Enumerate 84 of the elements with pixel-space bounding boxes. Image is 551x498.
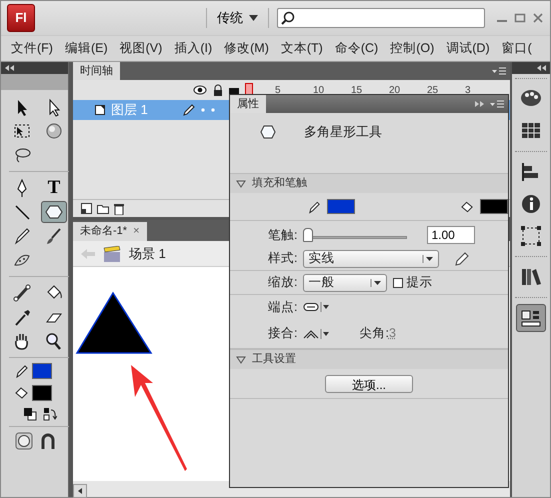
stroke-width-field[interactable]: 1.00 — [427, 226, 476, 244]
caret-icon — [370, 278, 382, 286]
timeline-tab[interactable]: 时间轴 — [73, 62, 120, 80]
collapse-icon[interactable] — [5, 65, 14, 71]
panel-menu-icon[interactable] — [492, 67, 506, 75]
section-header[interactable]: 工具设置 — [230, 349, 508, 369]
field-label: 样式: — [268, 250, 298, 268]
menu-item[interactable]: 调试(D) — [440, 39, 496, 58]
menu-item[interactable]: 控制(O) — [384, 39, 440, 58]
menu-item[interactable]: 插入(I) — [168, 39, 218, 58]
field-label: 接合: — [268, 325, 298, 342]
folder-icon[interactable] — [97, 204, 109, 214]
workspace-dropdown[interactable]: 传统 — [206, 8, 269, 28]
slider-thumb[interactable] — [303, 228, 314, 242]
hexagon-icon — [260, 125, 276, 139]
properties-tab[interactable]: 属性 — [230, 95, 266, 113]
checkbox-label: 提示 — [406, 274, 432, 292]
properties-panel-button[interactable] — [516, 304, 546, 332]
pencil-icon — [15, 364, 29, 378]
toolbar-header — [1, 74, 68, 90]
hint-checkbox[interactable] — [393, 278, 404, 288]
field-label: 笔触: — [268, 226, 298, 244]
caret-icon — [422, 254, 434, 262]
frame-number: 25 — [427, 84, 440, 98]
options-button[interactable]: 选项... — [325, 374, 413, 392]
stroke-color-swatch[interactable] — [327, 199, 355, 214]
close-tab-button[interactable]: × — [133, 223, 140, 240]
text-tool-button[interactable]: T — [41, 177, 67, 199]
menu-item[interactable]: 命令(C) — [328, 39, 384, 58]
frame-number: 15 — [351, 84, 364, 98]
dot-icon — [201, 108, 205, 112]
fill-color-swatch[interactable] — [32, 385, 52, 401]
scale-dropdown[interactable]: 一般 — [303, 274, 388, 292]
polystar-tool-button[interactable] — [41, 201, 67, 223]
dot-icon — [211, 108, 215, 112]
trash-icon[interactable] — [114, 202, 124, 214]
collapse-triangle-icon — [236, 356, 246, 364]
frame-number: 10 — [313, 84, 326, 98]
join-style-dropdown[interactable] — [303, 328, 330, 340]
tool-name: 多角星形工具 — [304, 123, 382, 142]
eye-icon — [193, 85, 207, 95]
document-tab[interactable]: 未命名-1* × — [73, 222, 146, 241]
bone-icon — [11, 283, 33, 303]
pencil-icon — [183, 104, 195, 116]
close-icon[interactable] — [532, 12, 544, 24]
layer-name: 图层 1 — [111, 101, 149, 120]
menu-item[interactable]: 文本(T) — [274, 39, 329, 58]
menu-item[interactable]: 修改(M) — [218, 39, 275, 58]
frame-number: 5 — [275, 84, 282, 98]
fill-color-swatch[interactable] — [480, 199, 508, 214]
object-drawing-icon[interactable] — [15, 432, 33, 450]
menu-item[interactable]: 编辑(E) — [58, 39, 114, 58]
collapse-triangle-icon — [236, 180, 246, 188]
maximize-icon[interactable] — [514, 12, 526, 24]
style-dropdown[interactable]: 实线 — [303, 250, 440, 268]
field-label: 尖角: — [359, 325, 389, 342]
search-icon — [281, 11, 295, 25]
cap-style-dropdown[interactable] — [303, 302, 330, 312]
caret-icon — [249, 15, 258, 21]
lock-icon — [213, 84, 223, 96]
frame-number: 3 — [465, 84, 472, 98]
layer-icon — [95, 105, 105, 115]
menu-item[interactable]: 窗口( — [496, 39, 538, 58]
scene-name[interactable]: 场景 1 — [129, 244, 166, 264]
slider-track[interactable] — [303, 227, 408, 243]
scroll-left-icon[interactable] — [73, 484, 87, 498]
swap-colors-icon[interactable] — [43, 407, 57, 421]
new-layer-icon[interactable] — [81, 203, 92, 214]
frame-number: 20 — [389, 84, 402, 98]
magnet-icon[interactable] — [39, 432, 57, 450]
field-label: 端点: — [268, 298, 298, 316]
menu-item[interactable]: 文件(F) — [5, 39, 59, 58]
section-header[interactable]: 填充和笔触 — [230, 173, 508, 193]
stroke-color-swatch[interactable] — [32, 363, 52, 379]
field-label: 缩放: — [268, 274, 298, 292]
app-logo: Fl — [7, 4, 35, 32]
clapperboard-icon — [103, 246, 121, 262]
transform-icon — [518, 223, 544, 249]
panel-menu-icon[interactable] — [490, 100, 504, 108]
pencil-icon — [308, 200, 321, 214]
default-colors-icon[interactable] — [23, 407, 37, 421]
search-field[interactable] — [277, 8, 485, 28]
menu-item[interactable]: 视图(V) — [114, 39, 168, 58]
collapse-icon[interactable] — [537, 65, 546, 71]
